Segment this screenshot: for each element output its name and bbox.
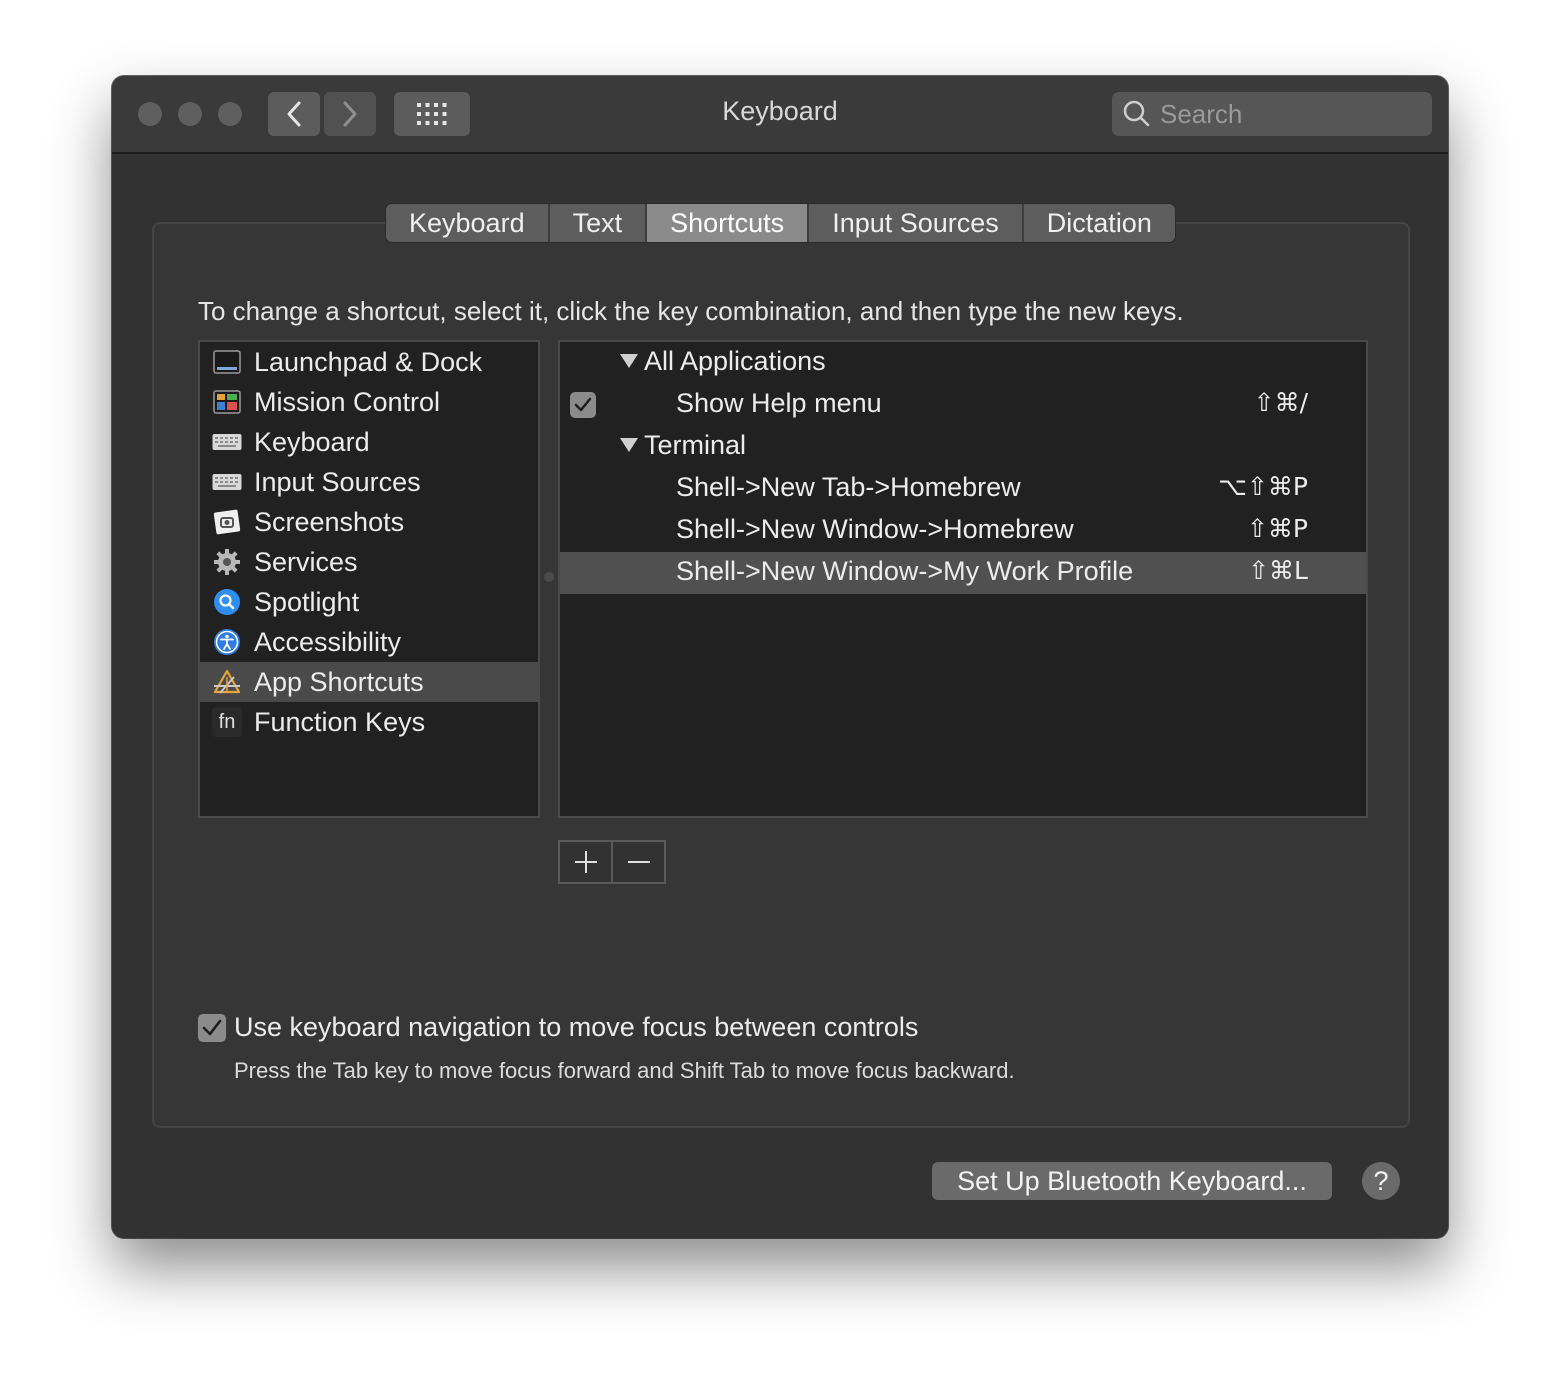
tab-text[interactable]: Text [549, 204, 648, 242]
shortcut-keys[interactable]: ⇧⌘/ [1254, 388, 1308, 417]
tab-bar: Keyboard Text Shortcuts Input Sources Di… [386, 204, 1175, 242]
sidebar-item-accessibility[interactable]: Accessibility [200, 622, 538, 662]
search-input[interactable] [1160, 98, 1420, 130]
sidebar-item-label: Keyboard [254, 426, 370, 457]
shortcut-keys[interactable]: ⇧⌘L [1248, 556, 1308, 585]
plus-icon [574, 851, 597, 873]
keyboard-icon [212, 427, 242, 457]
sidebar-item-keyboard[interactable]: Keyboard [200, 422, 538, 462]
sidebar-item-label: Mission Control [254, 386, 441, 417]
sidebar-item-input-sources[interactable]: Input Sources [200, 462, 538, 502]
sidebar-item-label: Function Keys [254, 706, 426, 737]
input-sources-icon [212, 467, 242, 497]
shortcut-row[interactable]: Shell->New Window->Homebrew ⇧⌘P [560, 510, 1366, 552]
checkmark-icon [202, 1019, 222, 1035]
shortcut-name: Shell->New Window->My Work Profile [676, 556, 1134, 586]
shortcut-row-selected[interactable]: Shell->New Window->My Work Profile ⇧⌘L [560, 552, 1366, 594]
add-shortcut-button[interactable] [560, 842, 613, 882]
sidebar-item-launchpad-dock[interactable]: Launchpad & Dock [200, 342, 538, 382]
app-shortcuts-icon [212, 667, 242, 697]
sidebar-item-app-shortcuts[interactable]: App Shortcuts [200, 662, 538, 702]
sidebar-item-label: App Shortcuts [254, 666, 424, 697]
accessibility-icon [212, 627, 242, 657]
shortcut-keys[interactable]: ⇧⌘P [1247, 514, 1308, 543]
tab-input-sources[interactable]: Input Sources [809, 204, 1024, 242]
spotlight-icon [212, 587, 242, 617]
remove-shortcut-button[interactable] [613, 842, 664, 882]
fn-icon: fn [212, 707, 242, 737]
keyboard-navigation-label: Use keyboard navigation to move focus be… [234, 1012, 919, 1042]
sidebar-item-mission-control[interactable]: Mission Control [200, 382, 538, 422]
screenshots-icon [212, 507, 242, 537]
title-bar: Keyboard [112, 76, 1448, 154]
help-button[interactable]: ? [1362, 1162, 1400, 1200]
disclosure-triangle-icon[interactable] [620, 354, 638, 368]
sidebar-item-function-keys[interactable]: fn Function Keys [200, 702, 538, 742]
split-view-divider[interactable] [544, 572, 554, 582]
keyboard-navigation-option[interactable]: Use keyboard navigation to move focus be… [198, 1012, 918, 1043]
shortcut-keys[interactable]: ⌥⇧⌘P [1218, 472, 1308, 501]
search-icon [1123, 100, 1150, 127]
keyboard-preferences-window: Keyboard Keyboard Text Shortcuts Input S… [112, 76, 1448, 1238]
tab-shortcuts[interactable]: Shortcuts [647, 204, 810, 242]
tab-keyboard[interactable]: Keyboard [386, 204, 550, 242]
shortcut-name: Show Help menu [676, 388, 882, 418]
sidebar-item-label: Launchpad & Dock [254, 346, 483, 377]
shortcut-category-list: Launchpad & Dock Mission Control Keyboar… [198, 340, 540, 818]
mission-control-icon [212, 387, 242, 417]
group-label: All Applications [644, 346, 826, 376]
shortcut-group-terminal[interactable]: Terminal [560, 426, 1366, 468]
sidebar-item-services[interactable]: Services [200, 542, 538, 582]
shortcut-row[interactable]: Shell->New Tab->Homebrew ⌥⇧⌘P [560, 468, 1366, 510]
shortcut-name: Shell->New Tab->Homebrew [676, 472, 1021, 502]
sidebar-item-label: Screenshots [254, 506, 405, 537]
group-label: Terminal [644, 430, 747, 460]
shortcut-name: Shell->New Window->Homebrew [676, 514, 1074, 544]
fn-icon-label: fn [218, 710, 236, 733]
minus-icon [627, 861, 650, 863]
search-field[interactable] [1112, 92, 1432, 136]
tab-dictation[interactable]: Dictation [1023, 204, 1175, 242]
disclosure-triangle-icon[interactable] [620, 438, 638, 452]
shortcut-enabled-checkbox[interactable] [570, 392, 596, 418]
shortcut-list: All Applications Show Help menu ⇧⌘/ Term… [558, 340, 1368, 818]
add-remove-control [558, 840, 666, 884]
sidebar-item-label: Input Sources [254, 466, 421, 497]
instruction-text: To change a shortcut, select it, click t… [198, 296, 1184, 326]
checkmark-icon [574, 397, 592, 412]
sidebar-item-label: Services [254, 546, 358, 577]
keyboard-navigation-help-text: Press the Tab key to move focus forward … [234, 1058, 1015, 1083]
keyboard-navigation-checkbox[interactable] [198, 1013, 226, 1042]
launchpad-dock-icon [212, 347, 242, 377]
shortcut-row[interactable]: Show Help menu ⇧⌘/ [560, 384, 1366, 426]
sidebar-item-spotlight[interactable]: Spotlight [200, 582, 538, 622]
shortcut-group-all-applications[interactable]: All Applications [560, 342, 1366, 384]
sidebar-item-screenshots[interactable]: Screenshots [200, 502, 538, 542]
gear-icon [212, 547, 242, 577]
sidebar-item-label: Spotlight [254, 586, 360, 617]
sidebar-item-label: Accessibility [254, 626, 402, 657]
set-up-bluetooth-keyboard-button[interactable]: Set Up Bluetooth Keyboard... [932, 1162, 1332, 1200]
